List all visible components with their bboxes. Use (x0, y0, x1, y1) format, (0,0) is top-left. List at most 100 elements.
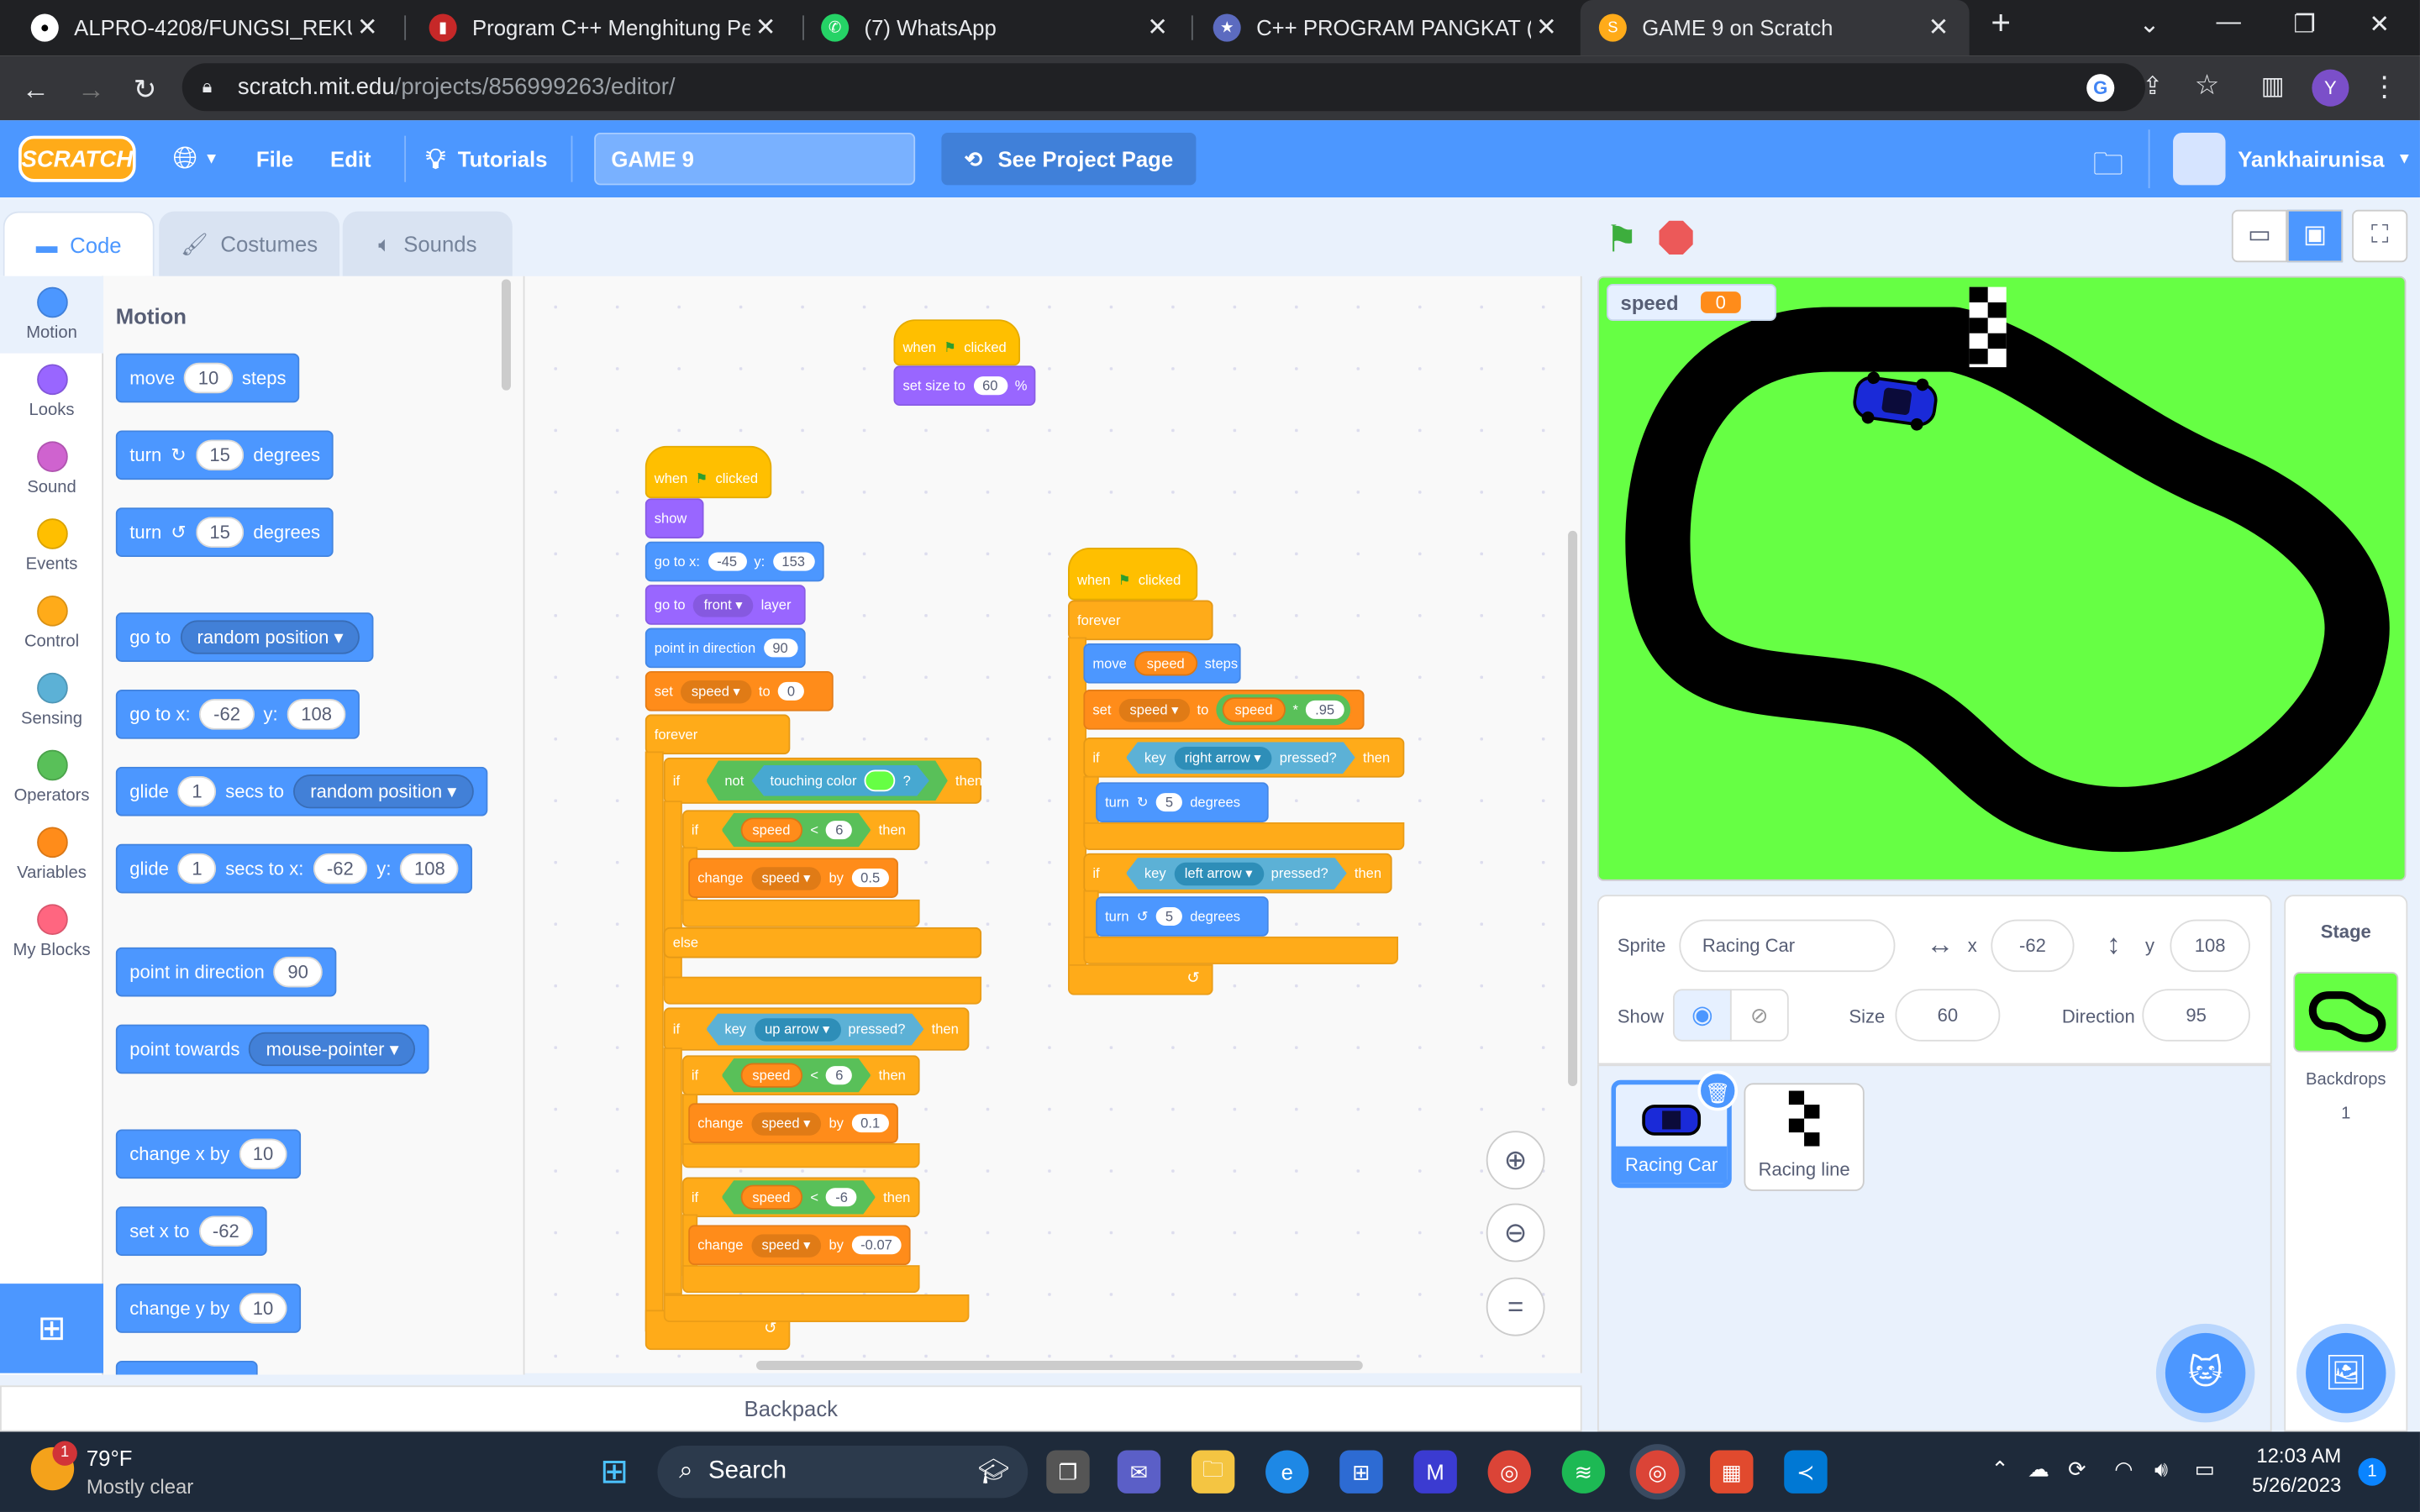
category-sound[interactable]: Sound (0, 441, 103, 496)
username-menu[interactable]: Yankhairunisa ▼ (2238, 120, 2412, 197)
block-set-x[interactable]: set x to -62 (115, 1206, 267, 1257)
direction-input[interactable]: 95 (2142, 989, 2250, 1042)
if-block[interactable]: if speed <6 then (681, 1055, 920, 1096)
block-input[interactable]: -6 (826, 1188, 857, 1206)
block-input[interactable]: -62 (199, 699, 255, 730)
add-sprite-cat-icon[interactable]: 🐱︎ (2165, 1332, 2246, 1414)
if-block[interactable]: if key right arrow ▾ pressed? then (1083, 737, 1405, 778)
my-stuff-folder-icon[interactable]: 🗀︎ (2093, 142, 2124, 194)
backpack-bar[interactable]: Backpack (0, 1385, 1582, 1432)
block-dropdown[interactable]: speed ▾ (750, 1233, 822, 1257)
see-project-page-button[interactable]: ⟲ See Project Page (941, 132, 1197, 186)
google-icon[interactable]: G (2086, 74, 2115, 102)
tutorials-button[interactable]: 💡︎ Tutorials (426, 120, 548, 197)
delete-trash-icon[interactable]: 🗑︎ (1697, 1070, 1739, 1111)
block-input[interactable]: 108 (287, 699, 346, 730)
url-bar[interactable]: 🔒︎ scratch.mit.edu/projects/856999263/ed… (182, 63, 2146, 112)
zoom-out-icon[interactable]: ⊖ (1486, 1203, 1545, 1263)
normal-stage-icon[interactable]: ▣ (2286, 209, 2344, 263)
window-close-icon[interactable]: ✕ (2369, 9, 2390, 40)
code-workspace[interactable]: when ⚑ clicked set size to 60% when ⚑ clicked… (524, 276, 1582, 1373)
sprite-name-input[interactable]: Racing Car (1679, 919, 1896, 973)
category-motion[interactable]: Motion (0, 286, 103, 343)
user-avatar[interactable] (2173, 132, 2226, 186)
reload-icon[interactable]: ↻ (125, 70, 166, 110)
hide-eye-slash-icon[interactable]: ⊘ (1729, 989, 1789, 1042)
when-flag-clicked-block[interactable]: when ⚑ clicked (644, 445, 772, 499)
forever-block[interactable]: forever (644, 714, 791, 755)
block-dropdown[interactable]: random position ▾ (293, 774, 474, 809)
close-icon[interactable]: ✕ (1142, 13, 1173, 44)
less-than-operator[interactable]: speed <6 (722, 1058, 871, 1092)
category-operators[interactable]: Operators (0, 749, 103, 806)
stop-sign-icon[interactable] (1659, 220, 1693, 255)
x-position-input[interactable]: -62 (1991, 919, 2075, 973)
fullscreen-icon[interactable]: ⛶ (2352, 209, 2408, 263)
block-dropdown[interactable]: speed ▾ (681, 680, 751, 703)
block-glide-xy[interactable]: glide 1 secs to x: -62 y: 108 (115, 843, 473, 894)
block-input[interactable]: -62 (198, 1215, 254, 1247)
close-icon[interactable]: ✕ (352, 13, 383, 44)
category-events[interactable]: Events (0, 518, 103, 574)
change-variable-block[interactable]: change speed ▾ by 0.1 (688, 1103, 898, 1143)
block-input[interactable]: 15 (195, 439, 245, 471)
forever-block[interactable]: forever (1067, 600, 1213, 641)
share-icon[interactable]: ⇪ (2142, 71, 2163, 102)
close-icon[interactable]: ✕ (1923, 13, 1954, 44)
show-visible-icon[interactable]: ◉ (1672, 989, 1732, 1042)
sprite-thumb-racing-line[interactable]: Racing line (1744, 1083, 1865, 1191)
block-change-x[interactable]: change x by 10 (115, 1129, 302, 1179)
block-go-to[interactable]: go to random position ▾ (115, 612, 375, 662)
onedrive-cloud-icon[interactable]: ☁ (2028, 1457, 2049, 1483)
block-turn-right[interactable]: turn ↻ 15 degrees (115, 430, 334, 480)
block-input[interactable]: .95 (1306, 700, 1344, 719)
block-input[interactable]: 10 (184, 362, 233, 394)
block-input[interactable]: -45 (708, 552, 747, 571)
block-dropdown[interactable]: mouse-pointer ▾ (249, 1032, 416, 1067)
browser-tab[interactable]: ★ C++ PROGRAM PANGKAT (REKU ✕ (1195, 0, 1578, 55)
task-view-icon[interactable]: ❐ (1046, 1450, 1090, 1494)
clock-time[interactable]: 12:03 AM (2245, 1444, 2341, 1467)
zoom-reset-icon[interactable]: = (1486, 1277, 1545, 1336)
racing-car-sprite[interactable] (1852, 370, 1939, 433)
block-input[interactable]: 5 (1155, 906, 1183, 927)
language-globe-icon[interactable]: 🌐︎ ▼ (173, 120, 219, 197)
block-glide[interactable]: glide 1 secs to random position ▾ (115, 766, 488, 816)
block-dropdown[interactable]: right arrow ▾ (1174, 746, 1272, 769)
block-dropdown[interactable]: speed ▾ (750, 1111, 822, 1135)
small-stage-icon[interactable]: ▭ (2231, 209, 2287, 263)
block-input[interactable]: 10 (239, 1138, 287, 1170)
set-variable-block[interactable]: set speed ▾ to 0 (644, 670, 834, 711)
point-direction-block[interactable]: point in direction 90 (644, 627, 806, 669)
tab-search-icon[interactable]: ⌄ (2139, 9, 2160, 40)
chrome-icon[interactable]: ◎ (1487, 1450, 1532, 1494)
speed-reporter[interactable]: speed (740, 817, 802, 842)
restore-icon[interactable]: ❐ (2293, 9, 2315, 40)
if-else-block[interactable]: if not touching color? then (663, 757, 982, 804)
key-pressed-block[interactable]: key right arrow ▾ pressed? (1126, 742, 1355, 774)
when-flag-clicked-block[interactable]: when ⚑ clicked (1067, 548, 1198, 601)
block-dropdown[interactable]: speed ▾ (1118, 698, 1190, 722)
size-input[interactable]: 60 (1895, 989, 2001, 1042)
project-title-input[interactable]: GAME 9 (594, 132, 916, 186)
set-variable-block[interactable]: set speed ▾ to speed * .95 (1083, 690, 1365, 730)
new-tab-icon[interactable]: + (1991, 3, 2011, 44)
block-input[interactable]: 90 (763, 638, 797, 658)
stage-canvas[interactable] (1597, 276, 2407, 881)
block-input[interactable]: 0.5 (851, 869, 890, 888)
minimize-icon[interactable]: — (2217, 9, 2241, 37)
edit-menu[interactable]: Edit (330, 120, 371, 197)
spotify-icon[interactable]: ≋ (1561, 1450, 1606, 1494)
turn-left-block[interactable]: turn ↺ 5 degrees (1096, 896, 1269, 937)
add-backdrop-icon[interactable]: 🖼︎ (2306, 1332, 2386, 1414)
if-block[interactable]: if speed < -6 then (681, 1177, 920, 1218)
block-turn-left[interactable]: turn ↺ 15 degrees (115, 507, 334, 558)
category-sensing[interactable]: Sensing (0, 672, 103, 728)
block-dropdown[interactable]: front ▾ (692, 593, 754, 617)
sync-icon[interactable]: ⟳ (2068, 1457, 2086, 1483)
if-block[interactable]: if key up arrow ▾ pressed? then (663, 1007, 970, 1051)
browser-tab[interactable]: ▮ Program C++ Menghitung Perk ✕ (411, 0, 797, 55)
close-icon[interactable]: ✕ (750, 13, 781, 44)
add-extension-button[interactable]: ⊞ (0, 1284, 104, 1373)
change-variable-block[interactable]: change speed ▾ by 0.5 (688, 858, 898, 898)
